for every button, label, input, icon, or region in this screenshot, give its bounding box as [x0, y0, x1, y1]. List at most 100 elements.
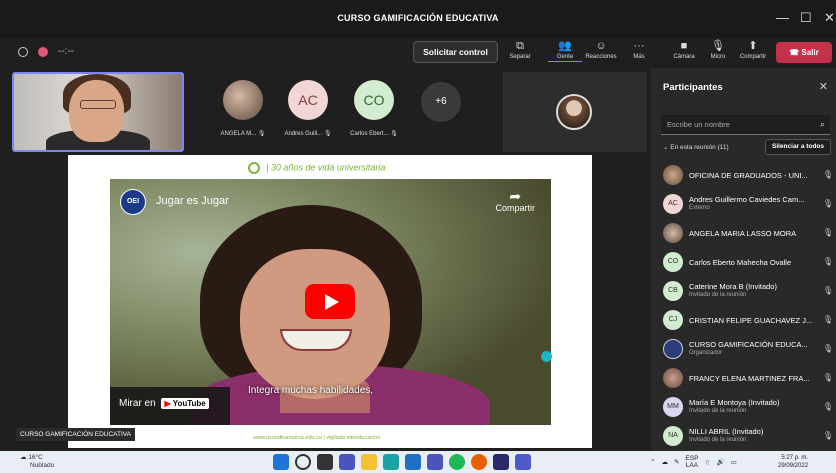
mic-off-icon: 🎙	[390, 131, 398, 137]
search-icon[interactable]	[295, 454, 311, 470]
participant-row[interactable]: FRANCY ELENA MARTINEZ FRA... 🎙	[663, 365, 833, 391]
participant-row[interactable]: CJ CRISTIAN FELIPE GUACHAVEZ J... 🎙	[663, 307, 833, 333]
start-icon[interactable]	[273, 454, 289, 470]
window-title: CURSO GAMIFICACIÓN EDUCATIVA	[337, 13, 499, 23]
participant-tile[interactable]: CO Carlos Ebert... 🎙	[350, 80, 398, 137]
avatar: AC	[663, 194, 683, 214]
in-meeting-section[interactable]: ⌄ En esta reunión (11)	[663, 143, 729, 151]
close-icon[interactable]: ✕	[819, 80, 828, 93]
share-arrow-icon: ➦	[509, 188, 522, 204]
teams-icon[interactable]	[427, 454, 443, 470]
video-caption: Integra muchas habilidades,	[248, 385, 374, 396]
avatar: CO	[354, 80, 394, 120]
maximize-icon[interactable]: ☐	[800, 10, 812, 26]
separate-button[interactable]: ⧉ Separar	[503, 39, 537, 67]
participant-video-tile[interactable]	[503, 72, 647, 152]
video-share-button[interactable]: ➦ Compartir	[495, 189, 535, 213]
avatar	[663, 368, 683, 388]
request-control-button[interactable]: Solicitar control	[413, 41, 498, 63]
chat-icon[interactable]	[339, 454, 355, 470]
panel-title: Participantes	[663, 82, 723, 93]
meeting-timer: --:--	[58, 46, 75, 57]
cloud-sync-icon[interactable]: ☁	[661, 458, 668, 466]
participant-row[interactable]: MM María E Montoya (Invitado) Invitado d…	[663, 394, 833, 420]
title-bar: CURSO GAMIFICACIÓN EDUCATIVA — ☐ ✕	[0, 0, 836, 38]
mic-off-icon: 🎙	[822, 286, 833, 295]
wifi-icon[interactable]: ⌔	[704, 458, 710, 467]
more-participants-badge[interactable]: +6	[421, 82, 461, 122]
search-input[interactable]: Escribe un nombre ⌕	[661, 115, 830, 135]
firefox-icon[interactable]	[471, 454, 487, 470]
avatar	[663, 223, 683, 243]
mic-off-icon: 🎙	[257, 131, 266, 137]
participant-tile[interactable]: AC Andres Guill... 🎙	[284, 80, 332, 137]
windows-taskbar: ☁ 16°C Nublado ⌃ ☁ ✎ ESP LAA ⌔ 🔊 ▭ 5:27 p…	[0, 451, 836, 473]
youtube-logo-icon: ▶ YouTube	[161, 398, 209, 409]
battery-icon[interactable]: ▭	[731, 458, 737, 466]
language-indicator[interactable]: ESP LAA	[685, 455, 698, 469]
mic-off-icon: 🎙	[822, 373, 833, 382]
mic-off-icon: 🎙	[822, 402, 833, 411]
mic-off-icon: 🎙	[323, 131, 332, 137]
mic-off-icon: 🎙	[822, 257, 833, 266]
participant-row[interactable]: CO Carlos Eberto Mahecha Ovalle 🎙	[663, 249, 833, 275]
participant-row[interactable]: OFICINA DE GRADUADOS - UNI... 🎙	[663, 162, 833, 188]
share-button[interactable]: ⬆ Compartir	[736, 39, 770, 67]
task-view-icon[interactable]	[317, 454, 333, 470]
mic-off-icon: 🎙	[711, 40, 725, 52]
video-title[interactable]: Jugar es Jugar	[156, 195, 229, 207]
pointer-dot	[541, 351, 552, 362]
clock[interactable]: 5:27 p. m. 29/09/2022	[778, 454, 808, 470]
self-view-video[interactable]	[12, 72, 184, 152]
separate-icon: ⧉	[516, 40, 524, 52]
reactions-button[interactable]: ☺ Reacciones	[584, 39, 618, 67]
volume-icon[interactable]: 🔊	[717, 458, 725, 466]
participant-row[interactable]: CB Caterine Mora B (Invitado) Invitado d…	[663, 278, 833, 304]
mute-all-button[interactable]: Silenciar a todos	[765, 139, 831, 155]
mic-off-icon: 🎙	[822, 315, 833, 324]
camera-button[interactable]: ■ Cámara	[667, 39, 701, 67]
shield-icon	[18, 46, 28, 57]
minimize-icon[interactable]: —	[776, 10, 789, 25]
play-button[interactable]	[305, 284, 355, 319]
people-button[interactable]: 👥 Gente	[548, 39, 582, 67]
youtube-video[interactable]: OEI Jugar es Jugar ➦ Compartir Mirar en …	[110, 179, 551, 425]
avatar	[556, 94, 592, 130]
weather-widget[interactable]: ☁ 16°C Nublado	[20, 454, 54, 470]
participant-row[interactable]: NA NILLI ABRIL (Invitado) Invitado de la…	[663, 423, 833, 449]
taskbar-apps	[273, 454, 531, 470]
avatar: NA	[663, 426, 683, 446]
participant-row[interactable]: CURSO GAMIFICACIÓN EDUCA... Organizador …	[663, 336, 833, 362]
participant-row[interactable]: AC Andres Guillermo Caviedes Cam... Exte…	[663, 191, 833, 217]
participant-row[interactable]: ANGELA MARIA LASSO MORA 🎙	[663, 220, 833, 246]
avatar: CJ	[663, 310, 683, 330]
meeting-toolbar: --:-- Solicitar control ⧉ Separar 👥 Gent…	[0, 38, 836, 68]
teams-meeting-icon[interactable]	[515, 454, 531, 470]
spotify-icon[interactable]	[449, 454, 465, 470]
app-icon[interactable]	[493, 454, 509, 470]
sharing-label: CURSO GAMIFICACIÓN EDUCATIVA	[16, 428, 135, 441]
leave-button[interactable]: ☎ Salir	[776, 42, 832, 63]
watch-on-youtube-button[interactable]: Mirar en ▶ YouTube	[110, 387, 230, 425]
chevron-up-icon[interactable]: ⌃	[650, 458, 655, 466]
share-icon: ⬆	[748, 40, 758, 52]
mic-on-icon: 🎙	[822, 344, 833, 353]
more-icon: ···	[633, 40, 645, 52]
edge-icon[interactable]	[383, 454, 399, 470]
outlook-icon[interactable]	[405, 454, 421, 470]
close-window-icon[interactable]: ✕	[824, 10, 835, 26]
channel-logo[interactable]: OEI	[120, 189, 146, 215]
avatar	[663, 339, 683, 359]
mic-button[interactable]: 🎙 Micro	[701, 39, 735, 67]
participants-panel: Participantes ✕ Escribe un nombre ⌕ ⌄ En…	[651, 68, 836, 451]
reactions-icon: ☺	[595, 40, 607, 52]
pen-icon[interactable]: ✎	[674, 458, 679, 466]
mic-off-icon: 🎙	[822, 431, 833, 440]
recording-icon	[38, 46, 48, 57]
avatar: CB	[663, 281, 683, 301]
camera-off-icon: ■	[680, 40, 688, 52]
more-button[interactable]: ··· Más	[622, 39, 656, 67]
participant-tile[interactable]: ANGELA M... 🎙	[219, 80, 267, 137]
file-explorer-icon[interactable]	[361, 454, 377, 470]
university-logo-icon	[248, 162, 260, 174]
